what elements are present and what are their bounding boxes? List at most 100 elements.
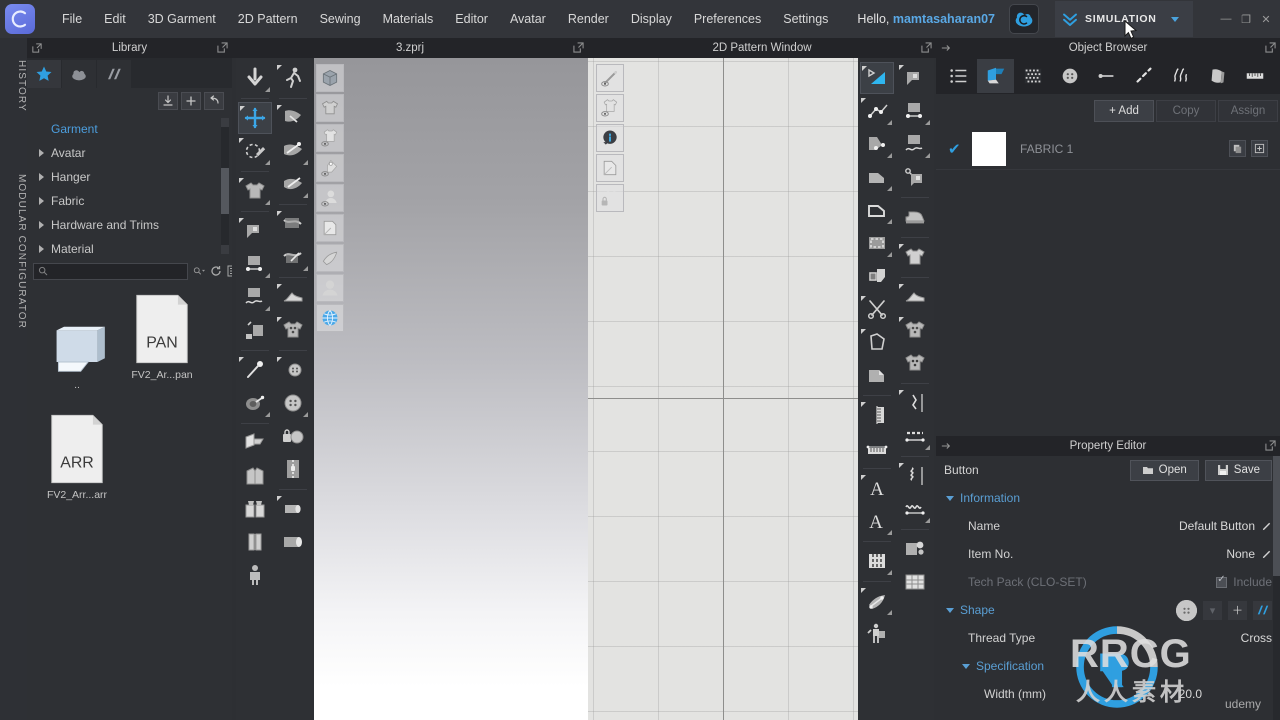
thread-type-value[interactable]: Cross: [1241, 631, 1272, 645]
tool-edit-curve[interactable]: [860, 128, 894, 160]
copy-button[interactable]: Copy: [1156, 100, 1216, 122]
pencil-icon[interactable]: [1261, 521, 1272, 532]
popout-icon[interactable]: [573, 42, 584, 53]
viewport-2d-canvas[interactable]: [588, 58, 858, 720]
collapse-icon[interactable]: [941, 441, 951, 451]
library-tree[interactable]: Garment Avatar Hanger Fabric Hardware an…: [27, 114, 232, 259]
tool-sewing-2d[interactable]: [898, 62, 932, 94]
tool-button-place[interactable]: [276, 354, 310, 386]
chevron-right-icon[interactable]: [39, 173, 51, 181]
scroll-thumb[interactable]: [1273, 456, 1280, 576]
garment-view-button[interactable]: [316, 94, 344, 122]
tool-zipper-3d[interactable]: [238, 526, 272, 558]
tool-sync[interactable]: [238, 62, 272, 94]
tool-fold-garment[interactable]: [238, 493, 272, 525]
tool-free-sewing[interactable]: [238, 281, 272, 313]
open-button[interactable]: Open: [1129, 459, 1199, 481]
tool-sewing-3d[interactable]: [238, 215, 272, 247]
tool-fabric-roll[interactable]: [276, 526, 310, 558]
tool-button-garment[interactable]: [276, 314, 310, 346]
tool-garment-fit[interactable]: [238, 175, 272, 207]
menu-file[interactable]: File: [51, 8, 93, 30]
duplicate-fabric-button[interactable]: [1229, 140, 1246, 157]
maximize-button[interactable]: ❐: [1236, 9, 1256, 29]
tool-edit-pattern[interactable]: [860, 62, 894, 94]
include-checkbox[interactable]: [1216, 574, 1228, 588]
menu-sewing[interactable]: Sewing: [309, 8, 372, 30]
lock-pattern-button[interactable]: [596, 184, 624, 212]
tool-edit-sewing[interactable]: [238, 314, 272, 346]
save-button[interactable]: Save: [1204, 459, 1272, 481]
information-section-header[interactable]: Information: [936, 484, 1280, 512]
tool-walk[interactable]: [276, 62, 310, 94]
material-icon[interactable]: [1253, 600, 1272, 620]
ob-tab-grading[interactable]: [1236, 59, 1273, 93]
tree-item-garment[interactable]: Garment: [27, 117, 232, 141]
tool-transform-garment[interactable]: [238, 102, 272, 134]
tool-grading-line[interactable]: [898, 420, 932, 452]
tool-brush-drape[interactable]: [276, 168, 310, 200]
shape-dropdown[interactable]: ▾: [1203, 600, 1222, 620]
show-avatar-button[interactable]: [316, 184, 344, 212]
tool-avatar-pose[interactable]: [238, 559, 272, 591]
tool-pin-drape[interactable]: [276, 135, 310, 167]
chevron-right-icon[interactable]: [39, 221, 51, 229]
environment-button[interactable]: [316, 304, 344, 332]
item-no-row[interactable]: Item No. None: [936, 540, 1280, 568]
tree-item-material[interactable]: Material: [27, 237, 232, 259]
tool-tack[interactable]: [238, 387, 272, 419]
tool-pattern-offset[interactable]: [860, 260, 894, 292]
refresh-icon[interactable]: [210, 263, 222, 279]
tool-zipper[interactable]: [276, 453, 310, 485]
vtab-modular-configurator[interactable]: MODULAR CONFIGURATOR: [0, 156, 27, 346]
menu-preferences[interactable]: Preferences: [683, 8, 772, 30]
file-item-arr[interactable]: ARR FV2_Arr...arr: [37, 414, 117, 501]
popout-icon[interactable]: [32, 43, 42, 53]
popout-icon[interactable]: [217, 42, 228, 53]
ob-tab-fabric[interactable]: [977, 59, 1014, 93]
show-stitch-button[interactable]: [596, 64, 624, 92]
tool-buttonhole[interactable]: [276, 420, 310, 452]
pencil-icon[interactable]: [1261, 549, 1272, 560]
file-item-parent-folder[interactable]: ..: [37, 305, 117, 391]
ob-tab-button[interactable]: [1051, 59, 1088, 93]
popout-icon[interactable]: [921, 42, 932, 53]
tool-segment-sewing[interactable]: [238, 248, 272, 280]
name-row[interactable]: Name Default Button: [936, 512, 1280, 540]
table-row[interactable]: ✔ FABRIC 1: [936, 128, 1280, 170]
search-dropdown-icon[interactable]: [193, 263, 205, 279]
tool-free-sewing-2d[interactable]: [898, 128, 932, 160]
tool-elastic-line[interactable]: [898, 493, 932, 525]
tool-button[interactable]: [276, 387, 310, 419]
tool-fold[interactable]: [860, 359, 894, 391]
tool-fold-arrange[interactable]: [238, 427, 272, 459]
shape-add-button[interactable]: ＋: [1228, 600, 1247, 620]
scroll-up-cap[interactable]: [221, 118, 229, 127]
menu-render[interactable]: Render: [557, 8, 620, 30]
library-tab-fabric[interactable]: [97, 60, 131, 88]
tool-garment-2d[interactable]: [898, 241, 932, 273]
show-surface-button[interactable]: [316, 244, 344, 272]
width-value[interactable]: 20.0: [1179, 687, 1202, 701]
add-button[interactable]: + Add: [1094, 100, 1154, 122]
menu-edit[interactable]: Edit: [93, 8, 137, 30]
tool-sculpt[interactable]: [276, 241, 310, 273]
menu-avatar[interactable]: Avatar: [499, 8, 557, 30]
button-shape-icon[interactable]: [1176, 599, 1197, 621]
clo-cloud-icon[interactable]: [1009, 4, 1040, 34]
tool-trim-roll[interactable]: [276, 493, 310, 525]
item-no-value-wrap[interactable]: None: [1226, 547, 1272, 561]
collapse-icon[interactable]: [941, 43, 951, 53]
clo-logo-icon[interactable]: [5, 4, 35, 34]
property-editor-scrollbar[interactable]: [1273, 456, 1280, 720]
show-fold-button[interactable]: [596, 154, 624, 182]
minimize-button[interactable]: —: [1216, 9, 1236, 29]
show-pattern-button[interactable]: [596, 94, 624, 122]
scroll-down-cap[interactable]: [221, 245, 229, 254]
specification-section-header[interactable]: Specification: [936, 652, 1280, 680]
ob-tab-topstitch[interactable]: [1125, 59, 1162, 93]
tool-iron[interactable]: [898, 201, 932, 233]
tree-item-fabric[interactable]: Fabric: [27, 189, 232, 213]
show-info-button[interactable]: [596, 124, 624, 152]
show-sewing-button[interactable]: [316, 154, 344, 182]
